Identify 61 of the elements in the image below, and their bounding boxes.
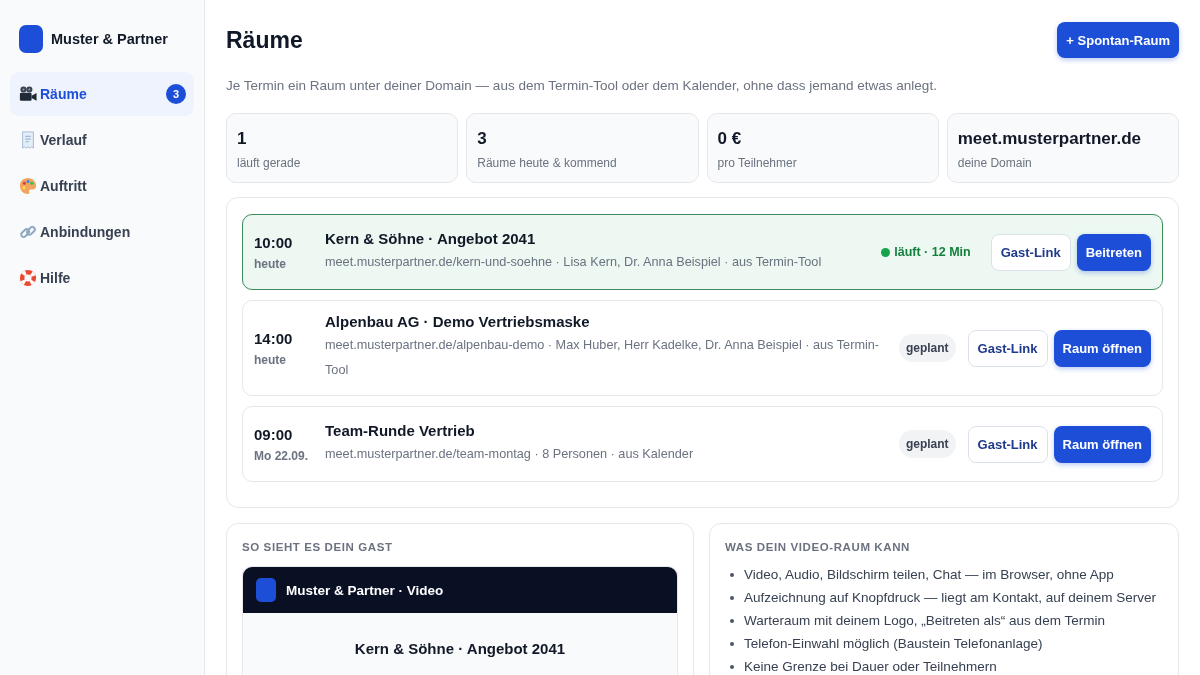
palette-icon bbox=[19, 177, 37, 195]
receipt-icon bbox=[19, 131, 37, 149]
new-room-button[interactable]: + Spontan-Raum bbox=[1057, 22, 1179, 58]
room-details: meet.musterpartner.de/team-montag · 8 Personen · aus Kalender bbox=[325, 445, 695, 463]
bullet-icon bbox=[730, 618, 734, 623]
page-title: Räume bbox=[226, 26, 303, 54]
room-details: meet.musterpartner.de/alpenbau-demo · Max Huber, Herr Kadelke, Dr. Anna Beispiel · aus Termin-Tool bbox=[325, 337, 881, 379]
join-button[interactable]: Beitreten bbox=[1076, 233, 1151, 271]
join-button[interactable]: Raum öffnen bbox=[1053, 329, 1151, 367]
count-badge: 3 bbox=[166, 84, 186, 104]
room-title: Alpenbau AG · Demo Vertriebsmaske bbox=[325, 313, 591, 330]
feature-item: Keine Grenze bei Dauer oder Teilnehmern bbox=[744, 659, 997, 674]
stat-label: läuft gerade bbox=[237, 156, 302, 170]
nav-item[interactable]: Anbindungen bbox=[10, 210, 194, 254]
nav-item[interactable]: Räume 3 bbox=[10, 72, 194, 116]
nav-item[interactable]: Hilfe bbox=[10, 256, 194, 300]
room-time: 14:00 bbox=[254, 329, 294, 347]
preview-meeting-title: Kern & Söhne · Angebot 2041 bbox=[353, 640, 567, 657]
nav-item[interactable]: Auftritt bbox=[10, 164, 194, 208]
nav-item[interactable]: Verlauf bbox=[10, 118, 194, 162]
movie-camera-icon bbox=[19, 85, 37, 103]
room-title: Team-Runde Vertrieb bbox=[325, 421, 476, 439]
status-pill: geplant bbox=[898, 334, 956, 362]
room-day: heute bbox=[254, 256, 325, 271]
status-dot-icon bbox=[881, 247, 891, 257]
room-time: 10:00 bbox=[254, 233, 294, 251]
link-icon bbox=[19, 223, 37, 241]
brand-name: Muster & Partner bbox=[51, 31, 168, 47]
room-day: Mo 22.09. bbox=[254, 448, 325, 463]
guest-link-button[interactable]: Gast-Link bbox=[990, 233, 1071, 271]
room-day: heute bbox=[254, 352, 325, 367]
stat-label: Räume heute & kommend bbox=[477, 156, 618, 170]
stat-value: 0 € bbox=[717, 129, 743, 149]
stat-value: 1 bbox=[237, 129, 248, 149]
logo-icon bbox=[19, 25, 43, 53]
join-button[interactable]: Raum öffnen bbox=[1053, 425, 1151, 463]
room-time: 09:00 bbox=[254, 425, 294, 443]
feature-item: Aufzeichnung auf Knopfdruck — liegt am Kontakt, auf deinem Server bbox=[744, 590, 1156, 605]
feature-item: Telefon-Einwahl möglich (Baustein Telefonanlage) bbox=[744, 636, 1043, 651]
guest-link-button[interactable]: Gast-Link bbox=[967, 329, 1048, 367]
preview-window-title: Muster & Partner · Video bbox=[286, 582, 444, 598]
stat-value: 3 bbox=[477, 129, 488, 149]
guest-link-button[interactable]: Gast-Link bbox=[967, 425, 1048, 463]
room-title: Kern & Söhne · Angebot 2041 bbox=[325, 229, 537, 247]
stat-value: meet.musterpartner.de bbox=[957, 129, 1143, 149]
card-heading: WAS DEIN VIDEO-RAUM KANN bbox=[725, 541, 911, 553]
card-heading: SO SIEHT ES DEIN GAST bbox=[242, 541, 394, 553]
status-text: läuft · 12 Min bbox=[894, 245, 971, 259]
status-pill: geplant bbox=[898, 430, 956, 458]
page-subtitle: Je Termin ein Raum unter deiner Domain — aus dem Termin-Tool oder dem Kalender, ohne dass jemand etwas anlegt. bbox=[226, 78, 938, 93]
stat-label: pro Teilnehmer bbox=[717, 156, 798, 170]
bullet-icon bbox=[730, 595, 734, 600]
bullet-icon bbox=[730, 664, 734, 669]
room-details: meet.musterpartner.de/kern-und-soehne · Lisa Kern, Dr. Anna Beispiel · aus Termin-Tool bbox=[325, 253, 823, 271]
bullet-icon bbox=[730, 641, 734, 646]
stat-label: deine Domain bbox=[957, 156, 1033, 170]
feature-item: Video, Audio, Bildschirm teilen, Chat — im Browser, ohne App bbox=[744, 567, 1114, 582]
logo-icon bbox=[256, 578, 276, 602]
lifebuoy-icon bbox=[19, 269, 37, 287]
feature-item: Warteraum mit deinem Logo, „Beitreten als“ aus dem Termin bbox=[744, 613, 1105, 628]
bullet-icon bbox=[730, 572, 734, 577]
